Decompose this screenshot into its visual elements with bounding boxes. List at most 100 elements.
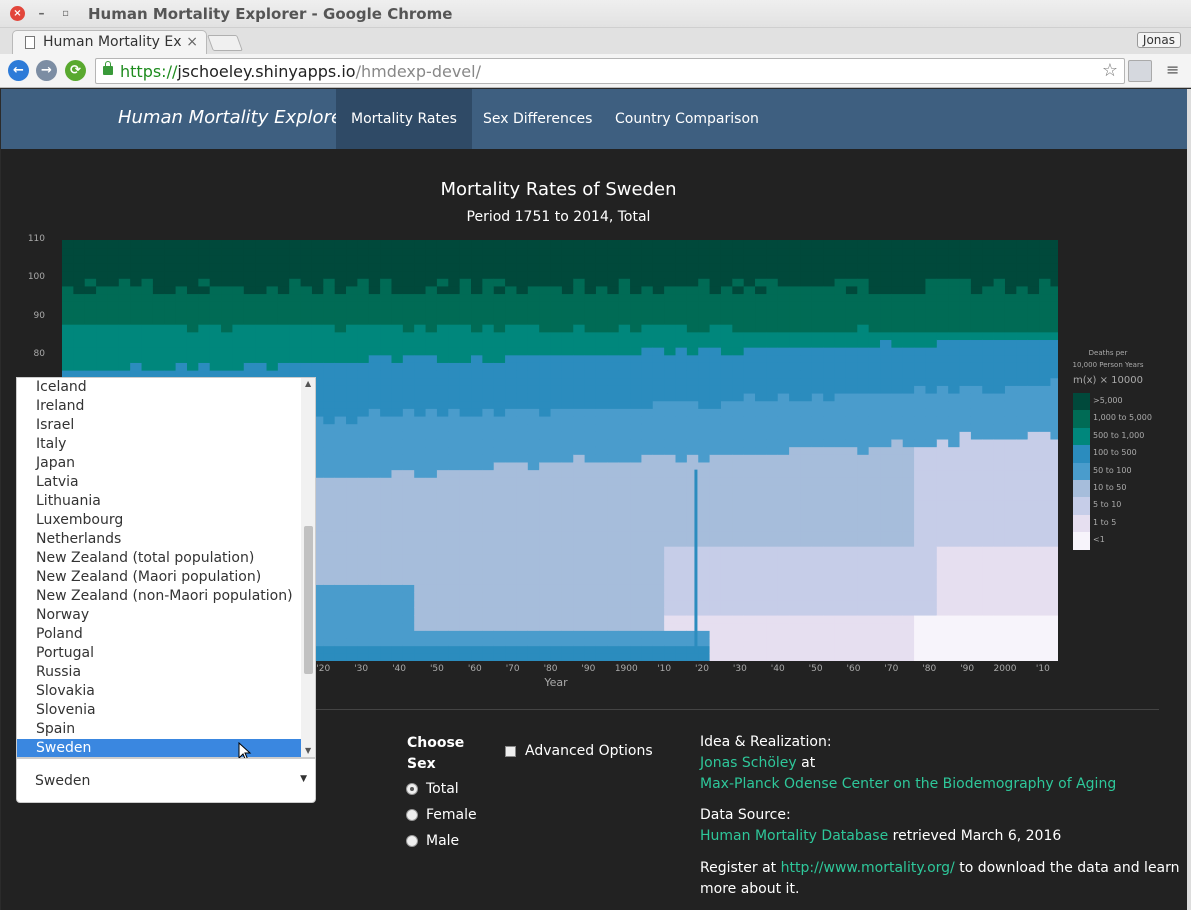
heatmap-cell	[323, 301, 336, 310]
heatmap-cell	[595, 255, 608, 264]
page-scrollbar[interactable]	[1187, 89, 1191, 910]
radio-total[interactable]: Total	[406, 781, 459, 797]
register-link[interactable]: http://www.mortality.org/	[781, 860, 955, 876]
dropdown-option[interactable]: Ireland	[17, 397, 301, 416]
heatmap-cell	[914, 622, 926, 631]
advanced-options[interactable]: Advanced Options	[505, 743, 653, 759]
heatmap-cell	[505, 484, 517, 494]
radio-female[interactable]: Female	[406, 807, 477, 823]
heatmap-cell	[823, 439, 836, 448]
heatmap-cell	[777, 270, 790, 279]
tab-mortality-rates[interactable]: Mortality Rates	[336, 89, 472, 149]
scroll-up-icon[interactable]: ▲	[305, 379, 311, 388]
radio-total-button[interactable]	[406, 783, 418, 795]
dropdown-option[interactable]: Spain	[17, 720, 301, 739]
heatmap-cell	[573, 339, 586, 348]
dropdown-option[interactable]: New Zealand (Maori population)	[17, 568, 301, 587]
dropdown-option[interactable]: Slovenia	[17, 701, 301, 720]
database-link[interactable]: Human Mortality Database	[700, 828, 888, 844]
dropdown-option[interactable]: Poland	[17, 625, 301, 644]
address-bar[interactable]: https://jschoeley.shinyapps.io/hmdexp-de…	[95, 58, 1125, 84]
heatmap-cell	[118, 362, 131, 371]
chevron-down-icon[interactable]: ▼	[300, 774, 307, 784]
heatmap-cell	[868, 645, 881, 654]
heatmap-cell	[618, 431, 631, 440]
window-maximize-icon[interactable]: ▫	[58, 6, 73, 21]
url-text[interactable]: https://jschoeley.shinyapps.io/hmdexp-de…	[120, 62, 481, 81]
bookmark-star-icon[interactable]: ☆	[1102, 60, 1118, 81]
dropdown-option[interactable]: New Zealand (non-Maori population)	[17, 587, 301, 606]
heatmap-cell	[914, 240, 926, 249]
dropdown-option[interactable]: Italy	[17, 435, 301, 454]
radio-male-button[interactable]	[406, 835, 418, 847]
dropdown-option[interactable]: Japan	[17, 454, 301, 473]
dropdown-option[interactable]: Portugal	[17, 644, 301, 663]
heatmap-cell	[948, 439, 961, 448]
tab-country-comparison[interactable]: Country Comparison	[600, 89, 774, 149]
app-brand[interactable]: Human Mortality Explorer	[118, 107, 349, 128]
tab-sex-differences[interactable]: Sex Differences	[468, 89, 607, 149]
dropdown-option[interactable]: Russia	[17, 663, 301, 682]
heatmap-cell	[1039, 255, 1051, 264]
heatmap-cell	[709, 308, 722, 318]
heatmap-cell	[323, 607, 336, 616]
reload-icon[interactable]: ⟳	[65, 60, 86, 81]
heatmap-cell	[289, 240, 302, 249]
dropdown-option[interactable]: New Zealand (total population)	[17, 549, 301, 568]
back-icon[interactable]: ←	[8, 60, 29, 81]
radio-female-button[interactable]	[406, 809, 418, 821]
heatmap-cell	[1016, 622, 1029, 631]
dropdown-option[interactable]: Luxembourg	[17, 511, 301, 530]
dropdown-option[interactable]: Slovakia	[17, 682, 301, 701]
heatmap-cell	[1039, 270, 1051, 279]
window-close-icon[interactable]: ×	[10, 6, 25, 21]
advanced-options-checkbox[interactable]	[505, 745, 516, 757]
heatmap-cell	[652, 270, 665, 279]
heatmap-cell	[880, 561, 892, 570]
dropdown-option[interactable]: Israel	[17, 416, 301, 435]
institution-link[interactable]: Max-Planck Odense Center on the Biodemog…	[700, 776, 1116, 792]
country-select[interactable]: Sweden ▼	[16, 758, 316, 803]
heatmap-cell	[652, 423, 665, 432]
heatmap-cell	[766, 454, 779, 463]
browser-tab[interactable]: Human Mortality Ex ×	[12, 30, 207, 54]
chrome-menu-icon[interactable]: ≡	[1166, 62, 1179, 78]
radio-male[interactable]: Male	[406, 833, 459, 849]
heatmap-cell	[675, 477, 688, 486]
heatmap-cell	[664, 507, 677, 517]
dropdown-option[interactable]: Netherlands	[17, 530, 301, 549]
heatmap-cell	[357, 354, 370, 363]
scrollbar-thumb[interactable]	[304, 526, 313, 674]
profile-button[interactable]: Jonas	[1136, 32, 1181, 48]
heatmap-cell	[380, 546, 392, 555]
dropdown-option[interactable]: Latvia	[17, 473, 301, 492]
heatmap-cell	[323, 645, 336, 654]
heatmap-cell	[789, 561, 801, 570]
heatmap-cell	[493, 515, 506, 524]
heatmap-cell	[720, 370, 733, 379]
heatmap-cell	[414, 553, 427, 562]
tab-close-icon[interactable]: ×	[186, 34, 198, 50]
dropdown-option[interactable]: Norway	[17, 606, 301, 625]
heatmap-cell	[595, 416, 608, 425]
author-link[interactable]: Jonas Schöley	[700, 755, 797, 771]
heatmap-cell	[618, 530, 631, 540]
dropdown-option[interactable]: Sweden	[17, 739, 301, 757]
window-minimize-icon[interactable]: –	[34, 6, 49, 21]
forward-icon[interactable]: →	[36, 60, 57, 81]
new-tab-button[interactable]	[207, 35, 243, 51]
heatmap-cell	[300, 347, 313, 356]
scroll-down-icon[interactable]: ▼	[305, 746, 311, 755]
dropdown-option[interactable]: Lithuania	[17, 492, 301, 511]
dropdown-option[interactable]: Iceland	[17, 378, 301, 397]
heatmap-cell	[777, 408, 790, 417]
heatmap-cell	[516, 354, 529, 363]
heatmap-cell	[845, 370, 858, 379]
country-dropdown-list[interactable]: Iceland Ireland Israel Italy Japan Latvia Lith…	[16, 377, 316, 758]
extension-icon[interactable]	[1128, 60, 1152, 82]
heatmap-cell	[368, 439, 381, 448]
dropdown-scrollbar[interactable]: ▲ ▼	[301, 378, 315, 757]
heatmap-cell	[607, 339, 620, 348]
heatmap-cell	[652, 377, 665, 386]
heatmap-cell	[618, 576, 631, 585]
